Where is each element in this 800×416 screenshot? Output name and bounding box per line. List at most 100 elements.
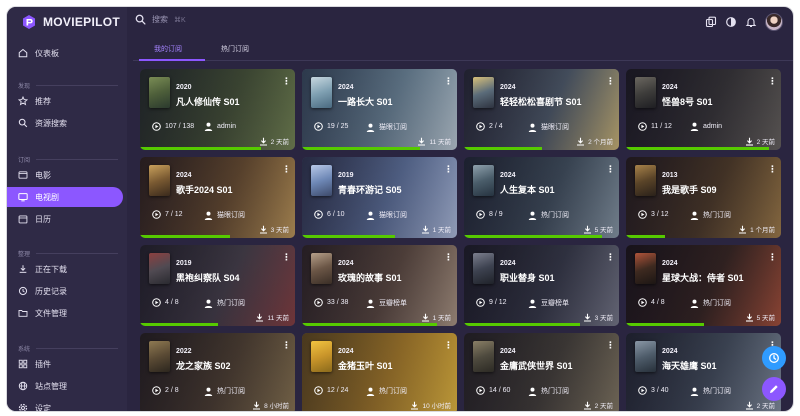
subscription-card[interactable]: 2024 海天雄鹰 S01 ⋮ 3 / 40 热门订阅 2 天前 (626, 333, 781, 411)
card-menu-icon[interactable]: ⋮ (768, 77, 777, 86)
subscriber: 猫眼订阅 (366, 122, 407, 132)
bell-icon[interactable] (745, 16, 757, 28)
card-menu-icon[interactable]: ⋮ (444, 341, 453, 350)
user-icon (528, 299, 537, 308)
sidebar-item-label: 文件管理 (35, 308, 67, 318)
sidebar-item-resource-search[interactable]: 资源搜索 (7, 113, 123, 133)
sidebar-item-downloading[interactable]: 正在下载 (7, 259, 123, 279)
poster (635, 77, 656, 108)
folder-icon (18, 310, 28, 317)
sidebar-item-dashboard[interactable]: 仪表板 (7, 43, 123, 63)
card-menu-icon[interactable]: ⋮ (444, 165, 453, 174)
card-menu-icon[interactable]: ⋮ (768, 253, 777, 262)
play-circle-icon (476, 298, 485, 307)
subscription-card[interactable]: 2024 轻轻松松喜剧节 S01 ⋮ 2 / 4 猫眼订阅 2 个月前 (464, 69, 619, 150)
subscriber-text: 热门订阅 (703, 300, 731, 307)
card-menu-icon[interactable]: ⋮ (282, 77, 291, 86)
subscription-card[interactable]: 2024 一路长大 S01 ⋮ 19 / 25 猫眼订阅 11 天前 (302, 69, 457, 150)
subscriber: 豆瓣榜单 (366, 298, 407, 308)
episode-count-text: 33 / 38 (327, 299, 349, 306)
card-menu-icon[interactable]: ⋮ (606, 165, 615, 174)
sidebar-item-settings[interactable]: 设定 (7, 398, 123, 411)
search-placeholder: 搜索 (152, 15, 168, 24)
poster (635, 341, 656, 372)
sidebar-item-history[interactable]: 历史记录 (7, 281, 123, 301)
history-fab[interactable] (762, 346, 786, 370)
poster (311, 341, 332, 372)
episode-count-text: 3 / 40 (651, 387, 669, 394)
history-icon (769, 353, 779, 363)
subscription-card[interactable]: 2022 龙之家族 S02 ⋮ 2 / 8 热门订阅 8 小时前 (140, 333, 295, 411)
card-menu-icon[interactable]: ⋮ (606, 77, 615, 86)
card-year: 2024 (338, 260, 354, 267)
edit-fab[interactable] (762, 377, 786, 401)
episode-count: 2 / 8 (152, 386, 179, 395)
sidebar-item-site-manager[interactable]: 站点管理 (7, 376, 123, 396)
play-circle-icon (638, 298, 647, 307)
last-update-text: 2 个月前 (588, 139, 613, 146)
last-update-text: 3 天前 (270, 227, 289, 234)
tab-my-subscriptions[interactable]: 我的订阅 (154, 44, 182, 54)
subscription-card[interactable]: 2024 人生复本 S01 ⋮ 8 / 9 热门订阅 5 天前 (464, 157, 619, 238)
subscription-card[interactable]: 2019 青春环游记 S05 ⋮ 6 / 10 猫眼订阅 1 天前 (302, 157, 457, 238)
copy-icon[interactable] (705, 16, 717, 28)
user-icon (528, 387, 537, 396)
poster (635, 165, 656, 196)
subscription-card[interactable]: 2024 歌手2024 S01 ⋮ 7 / 12 猫眼订阅 3 天前 (140, 157, 295, 238)
logo[interactable]: MOVIEPILOT (21, 14, 120, 30)
avatar[interactable] (765, 13, 783, 31)
subscription-card[interactable]: 2024 星球大战：侍者 S01 ⋮ 4 / 8 热门订阅 5 天前 (626, 245, 781, 326)
card-menu-icon[interactable]: ⋮ (444, 253, 453, 262)
subscriber: 猫眼订阅 (528, 122, 569, 132)
subscription-card[interactable]: 2019 黑袍纠察队 S04 ⋮ 4 / 8 热门订阅 11 天前 (140, 245, 295, 326)
subscription-card[interactable]: 2024 怪兽8号 S01 ⋮ 11 / 12 admin 2 天前 (626, 69, 781, 150)
plugin-icon (18, 359, 28, 369)
tv-icon (18, 193, 28, 202)
theme-toggle-icon[interactable] (725, 16, 737, 28)
last-update: 11 天前 (417, 136, 451, 146)
subscription-card[interactable]: 2024 金猪玉叶 S01 ⋮ 12 / 24 热门订阅 10 小时前 (302, 333, 457, 411)
download-icon (418, 137, 426, 146)
poster (473, 165, 494, 196)
sidebar-item-tv-series[interactable]: 电视剧 (7, 187, 123, 207)
subscriber: 豆瓣榜单 (528, 298, 569, 308)
card-menu-icon[interactable]: ⋮ (282, 341, 291, 350)
last-update: 3 天前 (259, 224, 289, 234)
card-menu-icon[interactable]: ⋮ (282, 165, 291, 174)
subscriber-text: 热门订阅 (541, 212, 569, 219)
card-year: 2024 (500, 84, 516, 91)
subscription-card[interactable]: 2024 职业替身 S01 ⋮ 9 / 12 豆瓣榜单 3 天前 (464, 245, 619, 326)
card-year: 2020 (176, 84, 192, 91)
sidebar-item-label: 资源搜索 (35, 118, 67, 128)
sidebar-item-movies[interactable]: 电影 (7, 165, 123, 185)
play-circle-icon (314, 122, 323, 131)
sidebar-item-file-manager[interactable]: 文件管理 (7, 303, 123, 323)
card-menu-icon[interactable]: ⋮ (282, 253, 291, 262)
card-title: 金猪玉叶 S01 (338, 361, 393, 371)
subscription-card[interactable]: 2024 玫瑰的故事 S01 ⋮ 33 / 38 豆瓣榜单 1 天前 (302, 245, 457, 326)
sidebar-item-label: 电影 (35, 170, 51, 180)
last-update: 2 天前 (745, 136, 775, 146)
sidebar-item-calendar[interactable]: 日历 (7, 209, 123, 229)
subscription-card[interactable]: 2020 凡人修仙传 S01 ⋮ 107 / 138 admin 2 天前 (140, 69, 295, 150)
card-menu-icon[interactable]: ⋮ (606, 253, 615, 262)
subscriber-text: 热门订阅 (541, 388, 569, 395)
sidebar-item-recommend[interactable]: 推荐 (7, 91, 123, 111)
card-year: 2024 (662, 260, 678, 267)
card-menu-icon[interactable]: ⋮ (606, 341, 615, 350)
last-update-text: 2 天前 (594, 403, 613, 410)
sidebar-item-plugins[interactable]: 插件 (7, 354, 123, 374)
card-menu-icon[interactable]: ⋮ (768, 165, 777, 174)
tab-popular-subscriptions[interactable]: 热门订阅 (221, 44, 249, 54)
poster (149, 341, 170, 372)
home-icon (18, 48, 28, 58)
subscription-card[interactable]: 2024 金庸武侠世界 S01 ⋮ 14 / 60 热门订阅 2 天前 (464, 333, 619, 411)
download-icon (745, 137, 753, 146)
search-box[interactable]: 搜索 ⌘K (135, 14, 186, 25)
subscription-card[interactable]: 2013 我是歌手 S09 ⋮ 3 / 12 热门订阅 1 个月前 (626, 157, 781, 238)
card-title: 青春环游记 S05 (338, 185, 402, 195)
settings-icon (18, 403, 28, 411)
sidebar-section-label: 订阅 (18, 158, 31, 164)
episode-count: 107 / 138 (152, 122, 194, 131)
card-menu-icon[interactable]: ⋮ (444, 77, 453, 86)
